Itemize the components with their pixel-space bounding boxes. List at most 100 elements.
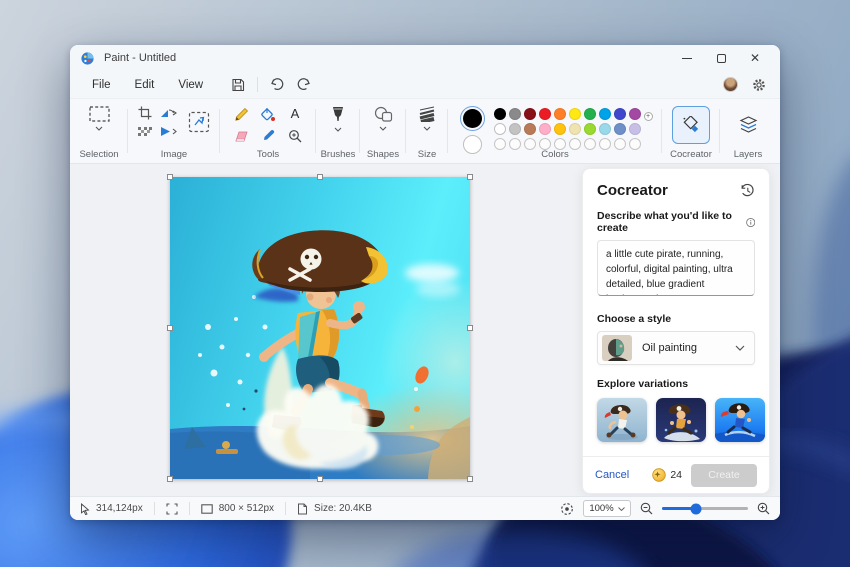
zoom-out-button[interactable] bbox=[640, 502, 653, 515]
color-swatch[interactable] bbox=[599, 108, 611, 120]
color-swatch-empty[interactable] bbox=[569, 138, 581, 150]
maximize-button[interactable] bbox=[704, 46, 738, 70]
minimize-button[interactable] bbox=[670, 46, 704, 70]
pencil-icon bbox=[234, 107, 249, 122]
color-swatch[interactable] bbox=[614, 123, 626, 135]
menubar: File Edit View bbox=[70, 71, 780, 98]
zoom-in-button[interactable] bbox=[757, 502, 770, 515]
selection-handle[interactable] bbox=[167, 325, 173, 331]
selection-handle[interactable] bbox=[467, 174, 473, 180]
eraser-tool-button[interactable] bbox=[233, 129, 249, 143]
color-swatch[interactable] bbox=[509, 123, 521, 135]
color-swatch[interactable] bbox=[554, 108, 566, 120]
layers-group: Layers bbox=[720, 99, 776, 163]
selection-handle[interactable] bbox=[317, 174, 323, 180]
color-swatch-empty[interactable] bbox=[599, 138, 611, 150]
crop-button[interactable] bbox=[138, 106, 152, 120]
color-swatch[interactable] bbox=[494, 108, 506, 120]
color-swatch-empty[interactable] bbox=[584, 138, 596, 150]
color-swatch[interactable] bbox=[629, 108, 641, 120]
color-swatch-empty[interactable] bbox=[494, 138, 506, 150]
color-swatch[interactable] bbox=[539, 108, 551, 120]
chevron-down-icon[interactable] bbox=[423, 126, 431, 131]
color-swatch[interactable] bbox=[584, 123, 596, 135]
canvas[interactable] bbox=[170, 177, 470, 479]
shapes-button[interactable] bbox=[374, 106, 393, 122]
canvas-size: 800 × 512px bbox=[201, 503, 274, 514]
color-swatch[interactable] bbox=[524, 123, 536, 135]
variation-thumbnail-2[interactable] bbox=[656, 398, 706, 442]
flip-button[interactable] bbox=[160, 126, 180, 138]
settings-gear-icon[interactable] bbox=[752, 78, 766, 92]
style-dropdown[interactable]: Oil painting bbox=[597, 331, 755, 365]
variation-thumbnail-3[interactable] bbox=[715, 398, 765, 442]
fill-tool-button[interactable] bbox=[260, 107, 276, 122]
color-swatch[interactable] bbox=[509, 108, 521, 120]
size-button[interactable] bbox=[418, 106, 436, 122]
chevron-down-icon[interactable] bbox=[379, 126, 387, 131]
selection-handle[interactable] bbox=[467, 476, 473, 482]
credits: 24 bbox=[652, 468, 682, 482]
prompt-input[interactable]: a little cute pirate, running, colorful,… bbox=[597, 240, 755, 296]
color-swatch[interactable] bbox=[539, 123, 551, 135]
color-picker-tool-button[interactable] bbox=[260, 129, 276, 143]
brushes-button[interactable] bbox=[331, 106, 345, 123]
selection-handle[interactable] bbox=[167, 476, 173, 482]
cocreator-footer: Cancel 24 Create bbox=[583, 456, 769, 493]
desktop: Paint - Untitled ✕ File Edit View bbox=[0, 0, 850, 567]
selection-handle[interactable] bbox=[167, 174, 173, 180]
menu-view[interactable]: View bbox=[166, 75, 215, 95]
info-icon[interactable] bbox=[746, 217, 755, 228]
resize-button[interactable] bbox=[188, 111, 210, 133]
color-swatch[interactable] bbox=[494, 123, 506, 135]
color-swatch[interactable] bbox=[569, 108, 581, 120]
cocreator-button[interactable] bbox=[672, 106, 710, 144]
history-icon[interactable] bbox=[740, 183, 755, 198]
rotate-button[interactable] bbox=[160, 107, 180, 120]
marquee-select-button[interactable] bbox=[138, 127, 152, 138]
cancel-button[interactable]: Cancel bbox=[595, 469, 629, 481]
menu-edit[interactable]: Edit bbox=[123, 75, 167, 95]
redo-button[interactable] bbox=[290, 75, 316, 95]
color-swatch-empty[interactable] bbox=[629, 138, 641, 150]
color-swatch[interactable] bbox=[554, 123, 566, 135]
plus-icon: + bbox=[644, 112, 653, 121]
layers-button[interactable] bbox=[729, 106, 767, 144]
color-swatch-empty[interactable] bbox=[614, 138, 626, 150]
menu-file[interactable]: File bbox=[80, 75, 123, 95]
cocreator-group: Cocreator bbox=[662, 99, 720, 163]
file-size: Size: 20.4KB bbox=[297, 503, 372, 515]
color-swatch-empty[interactable] bbox=[509, 138, 521, 150]
account-avatar[interactable] bbox=[723, 77, 738, 92]
pencil-tool-button[interactable] bbox=[233, 107, 249, 122]
fit-to-screen-button[interactable] bbox=[560, 502, 574, 516]
zoom-slider-thumb[interactable] bbox=[691, 503, 702, 514]
color-swatch[interactable] bbox=[569, 123, 581, 135]
color-swatch[interactable] bbox=[614, 108, 626, 120]
selection-handle[interactable] bbox=[317, 476, 323, 482]
magnifier-tool-button[interactable] bbox=[287, 129, 303, 143]
color-swatch-empty[interactable] bbox=[524, 138, 536, 150]
color-swatch[interactable] bbox=[584, 108, 596, 120]
color-swatch[interactable] bbox=[629, 123, 641, 135]
save-button[interactable] bbox=[225, 75, 251, 95]
undo-button[interactable] bbox=[264, 75, 290, 95]
zoom-level-dropdown[interactable]: 100% bbox=[583, 500, 631, 517]
statusbar-separator bbox=[154, 502, 155, 515]
chevron-down-icon[interactable] bbox=[334, 127, 342, 132]
selection-handle[interactable] bbox=[467, 325, 473, 331]
selection-group: Selection bbox=[70, 99, 128, 163]
background-color-well[interactable] bbox=[463, 135, 482, 154]
rotate-icon bbox=[160, 107, 180, 120]
variation-thumbnail-1[interactable] bbox=[597, 398, 647, 442]
create-button[interactable]: Create bbox=[691, 464, 757, 487]
color-swatch[interactable] bbox=[524, 108, 536, 120]
close-button[interactable]: ✕ bbox=[738, 46, 772, 70]
chevron-down-icon[interactable] bbox=[95, 126, 103, 131]
zoom-slider[interactable] bbox=[662, 503, 748, 515]
brushes-group-label: Brushes bbox=[321, 149, 356, 160]
foreground-color-well[interactable] bbox=[463, 109, 482, 128]
color-swatch[interactable] bbox=[599, 123, 611, 135]
selection-tool-button[interactable] bbox=[89, 106, 110, 122]
text-tool-button[interactable]: A bbox=[287, 107, 303, 122]
